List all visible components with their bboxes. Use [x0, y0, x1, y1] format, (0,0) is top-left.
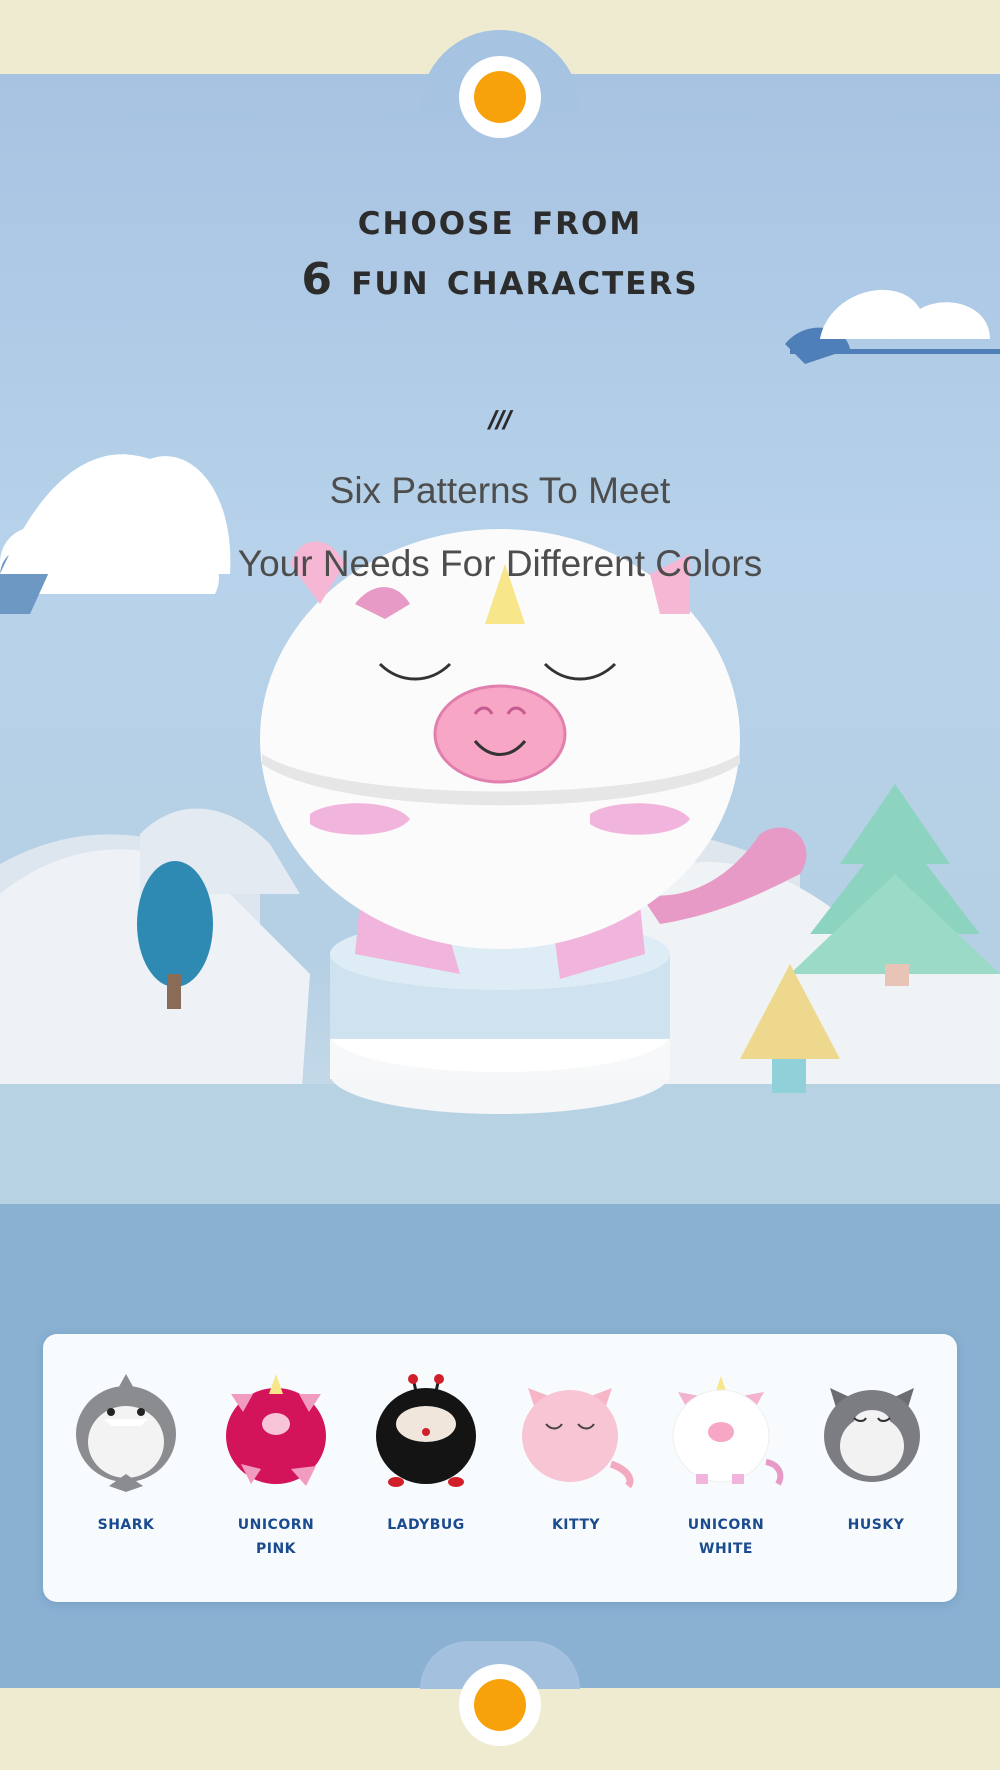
- character-label: unicorn: [687, 1510, 765, 1534]
- characters-card: shark unicorn pink ladybug kitty unicorn…: [43, 1334, 957, 1602]
- character-label-2: white: [699, 1534, 753, 1558]
- character-label: kitty: [551, 1510, 601, 1534]
- character-kitty[interactable]: kitty: [501, 1374, 651, 1584]
- character-unicorn-pink[interactable]: unicorn pink: [201, 1374, 351, 1584]
- ladybug-plush-icon: [376, 1374, 476, 1487]
- divider-mark: ///: [485, 405, 515, 435]
- title-line-2: 6 fun characters: [301, 254, 699, 305]
- subtitle-line-1: Six Patterns To Meet: [329, 470, 671, 511]
- white-unicorn-plush-icon: [672, 1376, 784, 1486]
- character-unicorn-white[interactable]: unicorn white: [651, 1374, 801, 1584]
- page-title: choose from 6 fun characters: [0, 190, 1000, 310]
- subtitle-line-2: Your Needs For Different Colors: [237, 543, 763, 584]
- character-label-2: pink: [255, 1534, 297, 1558]
- orange-dot-icon: [459, 56, 541, 138]
- character-label: ladybug: [387, 1510, 465, 1534]
- character-ladybug[interactable]: ladybug: [351, 1374, 501, 1584]
- title-line-1: choose from: [357, 194, 643, 245]
- character-husky[interactable]: husky: [801, 1374, 951, 1584]
- character-shark[interactable]: shark: [51, 1374, 201, 1584]
- shark-plush-icon: [76, 1374, 176, 1492]
- kitty-plush-icon: [522, 1388, 634, 1489]
- pine-tree-icon: [790, 784, 1000, 986]
- husky-plush-icon: [824, 1388, 920, 1482]
- pink-unicorn-plush-icon: [226, 1374, 326, 1486]
- character-label: shark: [97, 1510, 155, 1534]
- character-label: unicorn: [237, 1510, 315, 1534]
- orange-dot-icon: [459, 1664, 541, 1746]
- character-label: husky: [847, 1510, 905, 1534]
- product-page: choose from 6 fun characters /// Six Pat…: [0, 0, 1000, 1770]
